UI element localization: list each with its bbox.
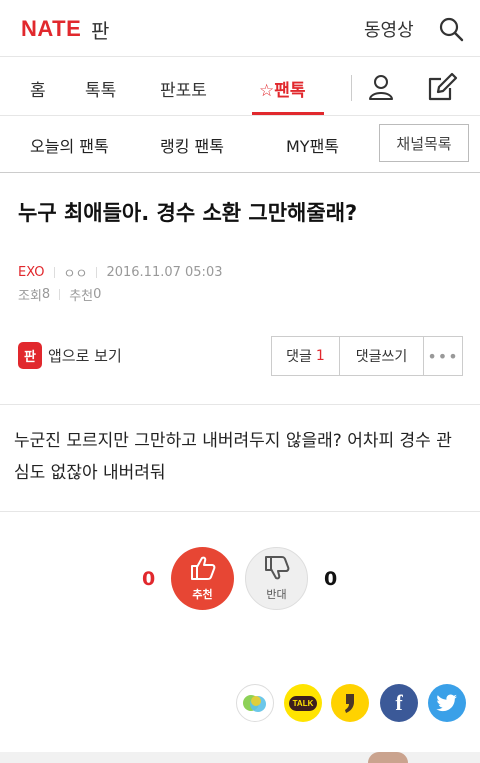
views-count: 8 [41,287,51,302]
header-bar: NATE 판 동영상 [0,0,480,57]
post-title: 누구 최애들아. 경수 소환 그만해줄래? [18,201,358,225]
open-in-app-label: 앱으로 보기 [48,347,122,365]
nav-divider [351,75,352,101]
pan-logo[interactable]: 판 [91,15,109,44]
kakaostory-share-icon[interactable] [331,684,369,722]
subnav-ranking-fantalk[interactable]: 랭킹 팬톡 [160,133,224,157]
post-stats: 조회 8 추천 0 [18,285,101,304]
twitter-share-icon[interactable] [428,684,466,722]
divider [0,404,480,405]
sub-nav: 오늘의 팬톡 랭킹 팬톡 MY팬톡 채널목록 [0,116,480,173]
user-icon[interactable] [367,73,395,101]
divider [0,511,480,512]
downvote-label: 반대 [266,588,287,601]
thumbs-down-icon [263,555,291,585]
nav-item-panphoto[interactable]: 판포토 [160,76,207,101]
comments-label: 댓글 [286,349,312,365]
comment-count: 1 [315,348,325,364]
nate-logo[interactable]: NATE [21,16,81,42]
channel-list-button[interactable]: 채널목록 [379,124,469,162]
kakaotalk-label: TALK [288,695,318,711]
subnav-my-fantalk[interactable]: MY팬톡 [286,133,339,157]
subnav-today-fantalk[interactable]: 오늘의 팬톡 [30,133,109,157]
post-date: 2016.11.07 05:03 [106,265,223,280]
video-link[interactable]: 동영상 [364,16,414,42]
pan-app-icon: 판 [18,342,42,369]
active-tab-indicator [252,112,324,115]
kakaotalk-share-icon[interactable]: TALK [284,684,322,722]
more-options-button[interactable]: ••• [424,337,462,375]
meta-divider [53,267,55,278]
post-author: ㅇㅇ [63,267,88,282]
write-comment-button[interactable]: 댓글쓰기 [340,337,424,375]
nav-item-toktok[interactable]: 톡톡 [85,76,116,101]
thumbs-up-icon [189,555,217,585]
main-nav: 홈 톡톡 판포토 ☆팬톡 [0,57,480,116]
meta-divider [59,289,61,300]
post-category[interactable]: EXO [18,265,45,280]
search-icon[interactable] [438,16,464,42]
downvote-count: 0 [324,568,338,590]
open-in-app-link[interactable]: 판 앱으로 보기 [18,342,122,369]
upvote-button[interactable]: 추천 [171,547,234,610]
meta-divider [96,267,98,278]
next-section-strip [0,752,480,763]
downvote-button[interactable]: 반대 [245,547,308,610]
nav-item-fantalk[interactable]: ☆팬톡 [259,76,306,101]
partial-thumbnail [368,752,408,763]
band-share-icon[interactable] [236,684,274,722]
pencil-icon[interactable] [426,71,458,103]
upvote-count: 0 [142,568,156,590]
post-actions: 댓글 1 댓글쓰기 ••• [271,336,463,376]
nav-item-home[interactable]: 홈 [30,76,46,101]
facebook-share-icon[interactable]: f [380,684,418,722]
post-meta: EXO ㅇㅇ 2016.11.07 05:03 [18,263,222,282]
recommend-count: 0 [93,287,102,302]
upvote-label: 추천 [192,588,213,601]
views-label: 조회 [18,289,42,304]
post-body: 누군진 모르지만 그만하고 내버려두지 않을래? 어차피 경수 관심도 없잖아 … [14,431,452,483]
comments-button[interactable]: 댓글 1 [272,337,340,375]
recommend-label: 추천 [69,289,94,304]
